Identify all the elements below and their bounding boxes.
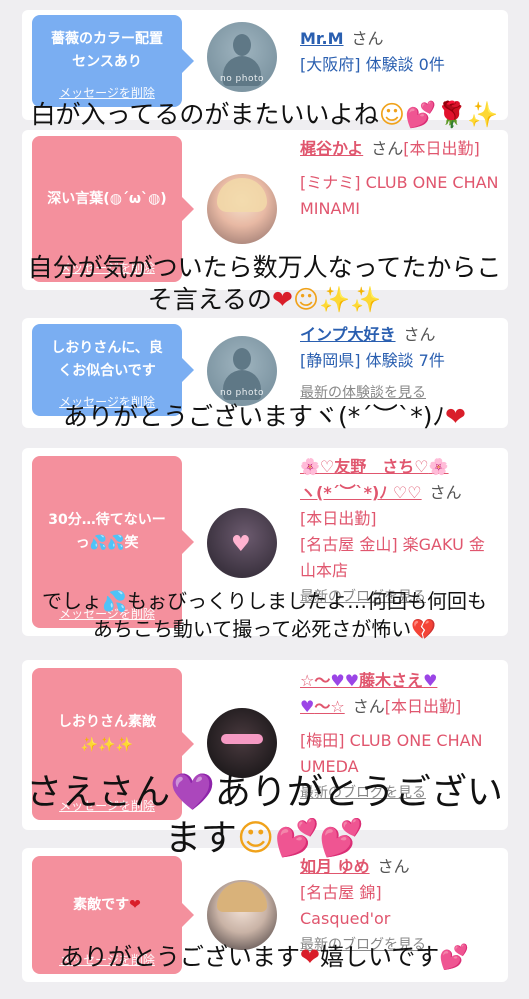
caption-6: ありがとうございます❤嬉しいです💕 — [59, 943, 470, 971]
caption-3: ありがとうございますヾ(*´︶`*)ﾉ❤ — [63, 402, 466, 431]
san-label: さん — [352, 697, 385, 716]
no-photo-label: no photo — [219, 74, 265, 84]
message-text: 30分…待てないーっ💦💦笑 — [48, 512, 166, 551]
username-link[interactable]: 🌸♡友野 さち♡🌸 — [300, 457, 449, 476]
caption-2: 自分が気がついたら数万人なってたからこ そ言えるの❤☺✨✨ — [27, 253, 502, 314]
message-text: 薔薇のカラー配置センスあり — [51, 31, 163, 70]
caption-1: 白が入ってるのがまたいいよね☺💕🌹✨ — [30, 100, 499, 129]
san-label: さん — [429, 483, 462, 502]
avatar[interactable]: ♥ — [207, 508, 277, 578]
username-link-cont[interactable]: ヽ(*´︶`*)ﾉ ♡♡ — [300, 483, 422, 502]
san-label: さん — [371, 139, 404, 158]
status-label: [本日出勤] — [300, 509, 377, 528]
status-label: [本日出勤] — [403, 139, 480, 158]
location-link[interactable]: [大阪府] 体験談 0件 — [300, 52, 500, 78]
location-link[interactable]: [名古屋 錦] Casqued'or — [300, 880, 470, 932]
avatar[interactable] — [207, 708, 277, 778]
avatar[interactable]: no photo — [207, 22, 277, 92]
username-link[interactable]: インプ大好き — [300, 325, 396, 344]
location-link[interactable]: [静岡県] 体験談 7件 — [300, 348, 500, 374]
message-text: しおりさん素敵 ✨✨✨ — [58, 714, 156, 753]
no-photo-label: no photo — [219, 388, 265, 398]
location-link[interactable]: [ミナミ] CLUB ONE CHAN MINAMI — [300, 170, 500, 222]
message-bubble: 薔薇のカラー配置センスあり メッセージを削除 — [32, 15, 194, 107]
location-link[interactable]: [名古屋 金山] 楽GAKU 金山本店 — [300, 532, 500, 584]
san-label: さん — [351, 29, 384, 48]
caption-4: でしょ💦もぉびっくりしましたよ…何回も何回も あちこち動いて撮って必死さが怖い💔 — [42, 589, 487, 641]
message-text: 深い言葉(◍´ω`◍) — [47, 190, 167, 207]
caption-5: さえさん💜ありがとうござい ます☺💕💕 — [26, 772, 503, 859]
username-link[interactable]: ☆〜♥♥藤木さえ♥ — [300, 671, 437, 690]
username-link[interactable]: 梶谷かよ — [300, 139, 363, 158]
username-link[interactable]: Mr.M — [300, 29, 344, 48]
san-label: さん — [403, 325, 436, 344]
message-text: しおりさんに、良くお似合いです — [51, 340, 163, 379]
status-label: [本日出勤] — [384, 697, 462, 716]
avatar[interactable]: no photo — [207, 336, 277, 406]
avatar[interactable] — [207, 174, 277, 244]
message-text: 素敵です❤ — [73, 896, 141, 913]
